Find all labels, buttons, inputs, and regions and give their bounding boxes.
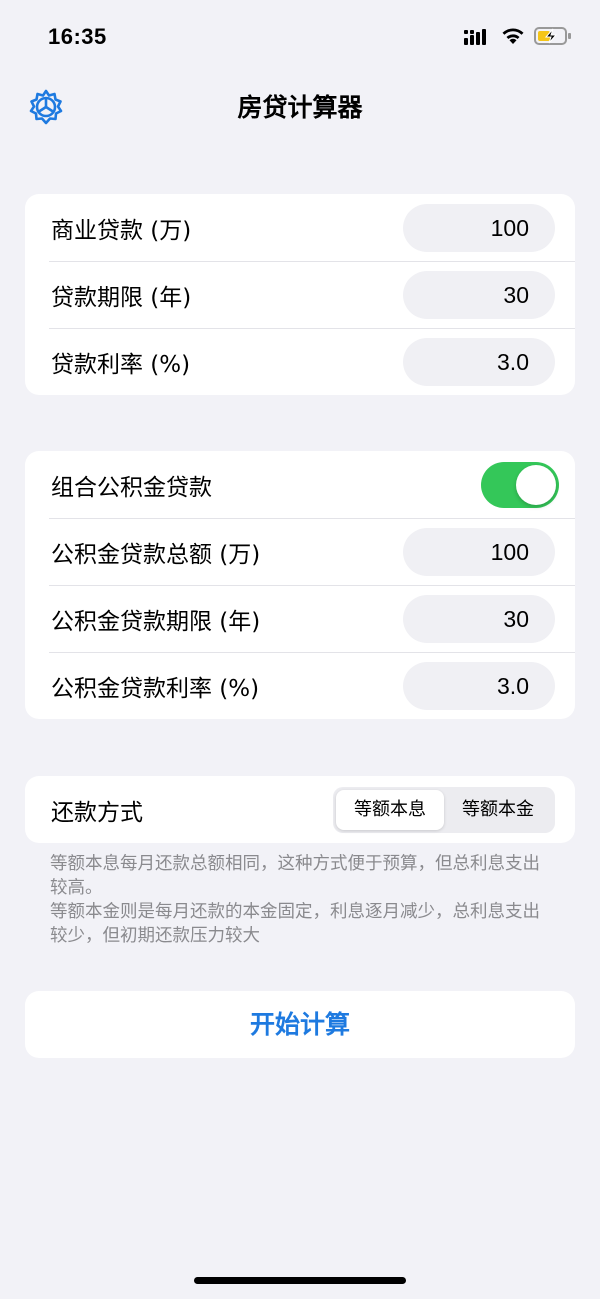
provident-fund-rate-input[interactable]: 3.0	[403, 661, 555, 710]
home-indicator	[194, 1277, 406, 1284]
loan-term-input[interactable]: 30	[403, 270, 555, 319]
repayment-method-note: 等额本息每月还款总额相同，这种方式便于预算，但总利息支出较高。 等额本金则是每月…	[50, 852, 550, 948]
provident-fund-term-input[interactable]: 30	[403, 594, 555, 643]
provident-fund-term-label: 公积金贷款期限 (年)	[51, 608, 261, 635]
status-icons	[464, 26, 572, 46]
provident-fund-toggle-row: 组合公积金贷款	[25, 451, 575, 518]
segment-equal-installment[interactable]: 等额本息	[336, 789, 444, 830]
status-time: 16:35	[48, 24, 107, 49]
loan-rate-label: 贷款利率 (%)	[51, 351, 191, 378]
provident-fund-toggle[interactable]	[481, 461, 559, 508]
nav-bar: 房贷计算器	[0, 80, 600, 136]
commercial-loan-card: 商业贷款 (万) 100 贷款期限 (年) 30 贷款利率 (%) 3.0	[25, 194, 575, 395]
battery-charging-icon	[534, 27, 571, 45]
status-bar: 16:35	[0, 0, 600, 80]
calculate-button[interactable]: 开始计算	[25, 991, 575, 1058]
repayment-method-segmented-control: 等额本息 等额本金	[333, 786, 555, 833]
provident-fund-rate-row: 公积金贷款利率 (%) 3.0	[25, 652, 575, 719]
commercial-loan-amount-row: 商业贷款 (万) 100	[25, 194, 575, 261]
cellular-signal-icon	[464, 29, 486, 45]
repayment-method-card: 还款方式 等额本息 等额本金	[25, 776, 575, 843]
repayment-method-label: 还款方式	[51, 799, 143, 826]
provident-fund-amount-input[interactable]: 100	[403, 527, 555, 576]
loan-rate-input[interactable]: 3.0	[403, 337, 555, 386]
provident-fund-toggle-label: 组合公积金贷款	[51, 474, 212, 501]
provident-fund-amount-row: 公积金贷款总额 (万) 100	[25, 518, 575, 585]
segment-equal-principal[interactable]: 等额本金	[444, 790, 552, 830]
repayment-method-row: 还款方式 等额本息 等额本金	[25, 776, 575, 843]
provident-fund-card: 组合公积金贷款 公积金贷款总额 (万) 100 公积金贷款期限 (年) 30 公…	[25, 451, 575, 719]
provident-fund-amount-label: 公积金贷款总额 (万)	[51, 541, 261, 568]
commercial-loan-amount-input[interactable]: 100	[403, 203, 555, 252]
commercial-loan-amount-label: 商业贷款 (万)	[51, 217, 192, 244]
loan-term-label: 贷款期限 (年)	[51, 284, 192, 311]
note-equal-installment: 等额本息每月还款总额相同，这种方式便于预算，但总利息支出较高。	[50, 854, 540, 898]
note-equal-principal: 等额本金则是每月还款的本金固定，利息逐月减少，总利息支出较少，但初期还款压力较大	[50, 902, 540, 946]
provident-fund-term-row: 公积金贷款期限 (年) 30	[25, 585, 575, 652]
toggle-knob	[516, 464, 556, 505]
loan-rate-row: 贷款利率 (%) 3.0	[25, 328, 575, 395]
page-title: 房贷计算器	[237, 93, 363, 122]
loan-term-row: 贷款期限 (年) 30	[25, 261, 575, 328]
wifi-icon	[502, 28, 524, 44]
provident-fund-rate-label: 公积金贷款利率 (%)	[51, 675, 260, 702]
